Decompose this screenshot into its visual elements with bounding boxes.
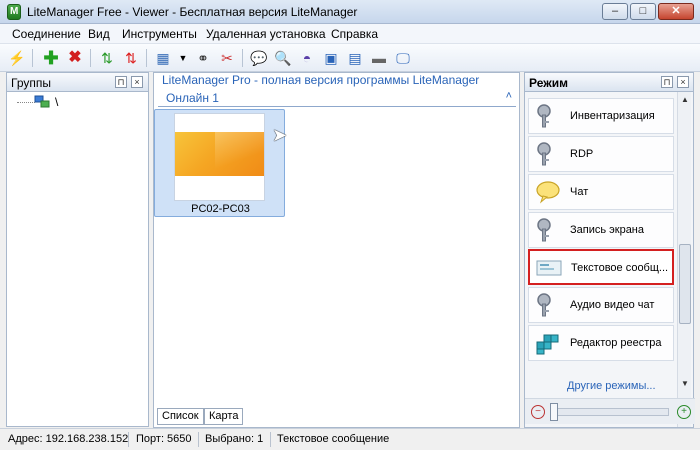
image-icon[interactable]: ▤ <box>346 49 364 67</box>
close-button[interactable]: ✕ <box>658 3 694 20</box>
dropdown-icon[interactable]: ▼ <box>174 49 192 67</box>
computers-view: LiteManager Pro - полная версия программ… <box>153 72 520 428</box>
zoom-out-icon[interactable]: − <box>531 405 545 419</box>
lightning-icon[interactable]: ⚡ <box>8 49 26 67</box>
other-modes-link[interactable]: Другие режимы... <box>567 380 656 392</box>
view-grid-icon[interactable]: ▦ <box>154 49 172 67</box>
menu-tools[interactable]: Инструменты <box>122 27 197 41</box>
close-icon[interactable]: × <box>677 76 689 88</box>
mode-item-registry-editor[interactable]: Редактор реестра <box>528 325 674 361</box>
mode-label: Редактор реестра <box>570 337 662 349</box>
mode-label: Инвентаризация <box>570 110 655 122</box>
toolbar-separator <box>32 49 33 67</box>
mode-scrollbar[interactable]: ▲ ▼ <box>677 92 691 427</box>
toolbar-separator <box>242 49 243 67</box>
status-bar: Адрес: 192.168.238.152 Порт: 5650 Выбран… <box>0 428 700 450</box>
menu-remote-install[interactable]: Удаленная установка <box>206 27 326 41</box>
monitor-icon[interactable]: 🖵 <box>394 49 412 67</box>
computer-card[interactable]: PC02-PC03 <box>154 109 285 217</box>
groups-panel-header: Группы ⊓ × <box>6 72 149 92</box>
toolbar: ⚡ ✚ ✖ ⇅ ⇅ ▦ ▼ ⚭ ✂ 💬 🔍 ◓ ▣ ▤ ▬ 🖵 <box>0 44 700 72</box>
status-selected: Выбрано: 1 <box>205 433 264 445</box>
mode-label: Чат <box>570 186 589 198</box>
pro-banner-link[interactable]: LiteManager Pro - полная версия программ… <box>162 73 479 87</box>
mode-label: Аудио видео чат <box>570 299 655 311</box>
key-icon <box>537 218 551 242</box>
binoculars-icon[interactable]: ⚭ <box>194 49 212 67</box>
tab-map[interactable]: Карта <box>204 408 244 425</box>
group-header[interactable]: Онлайн 1 ˄ <box>158 90 516 107</box>
mode-item-chat[interactable]: Чат <box>528 174 674 210</box>
minimize-button[interactable]: – <box>602 3 628 20</box>
menu-help[interactable]: Справка <box>331 27 378 41</box>
tools-icon[interactable]: ✂ <box>218 49 236 67</box>
mode-label: Текстовое сообщ... <box>571 262 669 274</box>
delete-icon[interactable]: ✖ <box>66 49 84 67</box>
mode-item-audio-video-chat[interactable]: Аудио видео чат <box>528 287 674 323</box>
maximize-button[interactable]: □ <box>630 3 656 20</box>
mouse-cursor-icon: ➤ <box>272 125 288 145</box>
pin-icon[interactable]: ⊓ <box>661 76 673 88</box>
menu-view[interactable]: Вид <box>88 27 110 41</box>
mode-item-text-message[interactable]: Текстовое сообщ... <box>528 249 674 285</box>
zoom-slider[interactable] <box>551 408 669 416</box>
key-icon <box>537 142 551 166</box>
title-bar: LiteManager Free - Viewer - Бесплатная в… <box>0 0 700 24</box>
wallpaper-image <box>175 132 264 176</box>
network-group-icon[interactable] <box>34 95 50 109</box>
mode-item-inventory[interactable]: Инвентаризация <box>528 98 674 134</box>
chat-bubble-icon <box>536 181 560 204</box>
zoom-in-icon[interactable]: + <box>677 405 691 419</box>
refresh-icon[interactable]: ⇅ <box>98 49 116 67</box>
message-icon <box>536 260 562 276</box>
key-icon <box>537 293 551 317</box>
pin-icon[interactable]: ⊓ <box>115 76 127 88</box>
groups-panel-title: Группы <box>11 76 51 90</box>
mode-label: Запись экрана <box>570 224 645 236</box>
chevron-up-icon[interactable]: ˄ <box>506 90 512 102</box>
mode-list: Инвентаризация RDP Чат Запись экрана Тек… <box>524 92 695 428</box>
tab-list[interactable]: Список <box>157 408 204 425</box>
zoom-slider-thumb[interactable] <box>550 403 558 421</box>
mode-panel-header: Режим ⊓ × <box>524 72 694 92</box>
close-icon[interactable]: × <box>131 76 143 88</box>
desktop-thumbnail <box>174 113 265 201</box>
mode-panel-title: Режим <box>529 76 568 90</box>
computer-name: PC02-PC03 <box>191 203 250 215</box>
status-divider <box>270 432 271 447</box>
groups-tree: \ <box>6 92 149 427</box>
toolbar-separator <box>90 49 91 67</box>
toolbar-separator <box>146 49 147 67</box>
window-title: LiteManager Free - Viewer - Бесплатная в… <box>27 5 358 19</box>
tree-connector <box>17 102 35 103</box>
search-icon[interactable]: 🔍 <box>274 49 292 67</box>
zoom-slider-row: − + <box>525 398 695 424</box>
menu-bar: Соединение Вид Инструменты Удаленная уст… <box>0 24 700 44</box>
window-icon[interactable]: ▣ <box>322 49 340 67</box>
key-icon <box>537 104 551 128</box>
chat-icon[interactable]: 💬 <box>250 49 268 67</box>
tree-root-label[interactable]: \ <box>55 95 58 109</box>
display-icon[interactable]: ▬ <box>370 49 388 67</box>
status-mode: Текстовое сообщение <box>277 433 390 445</box>
status-divider <box>128 432 129 447</box>
mode-item-screen-record[interactable]: Запись экрана <box>528 212 674 248</box>
view-tabs: Список Карта <box>157 408 457 426</box>
status-divider <box>198 432 199 447</box>
menu-connection[interactable]: Соединение <box>12 27 81 41</box>
scroll-up-icon[interactable]: ▲ <box>679 94 691 106</box>
status-port: Порт: 5650 <box>136 433 192 445</box>
mode-label: RDP <box>570 148 594 160</box>
app-logo-icon <box>7 4 21 20</box>
status-address: Адрес: 192.168.238.152 <box>8 433 129 445</box>
scroll-thumb[interactable] <box>679 244 691 324</box>
group-name: Онлайн 1 <box>166 91 219 105</box>
dome-icon[interactable]: ◓ <box>298 49 316 67</box>
add-icon[interactable]: ✚ <box>42 49 60 67</box>
mode-item-rdp[interactable]: RDP <box>528 136 674 172</box>
registry-icon <box>536 334 559 355</box>
refresh-alt-icon[interactable]: ⇅ <box>122 49 140 67</box>
scroll-down-icon[interactable]: ▼ <box>679 378 691 390</box>
